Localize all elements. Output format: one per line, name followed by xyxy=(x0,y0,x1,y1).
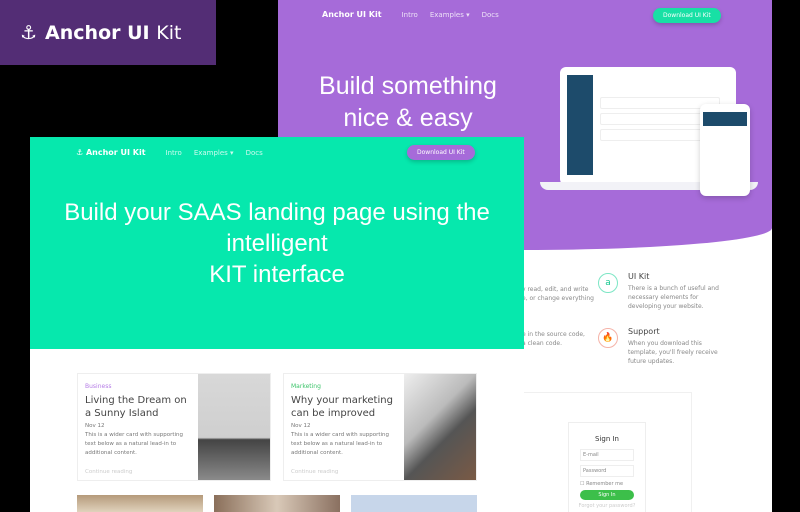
card-image xyxy=(214,495,340,512)
blog-card[interactable]: Business Living the Dream on a Sunny Isl… xyxy=(77,373,271,481)
signin-button[interactable]: Sign In xyxy=(580,490,634,500)
signin-title: Sign In xyxy=(595,435,619,443)
card-image xyxy=(198,374,270,480)
card-date: Nov 12 xyxy=(291,423,311,429)
green-landing-preview: ⚓ Anchor UI Kit Intro Examples ▾ Docs Do… xyxy=(30,137,524,512)
nav-examples[interactable]: Examples ▾ xyxy=(430,11,470,19)
nav-intro[interactable]: Intro xyxy=(166,149,182,157)
continue-reading-link[interactable]: Continue reading xyxy=(85,468,191,477)
nav-logo[interactable]: Anchor UI Kit xyxy=(322,10,382,19)
email-field[interactable]: E-mail xyxy=(580,449,634,461)
nav-intro[interactable]: Intro xyxy=(402,11,418,19)
nav-examples[interactable]: Examples ▾ xyxy=(194,149,234,157)
ui-kit-icon: a xyxy=(598,273,618,293)
download-button[interactable]: Download UI Kit xyxy=(407,145,475,160)
brand-banner: ⚓ Anchor UI Kit xyxy=(0,0,216,65)
signin-card: Sign In E-mail Password ☐ Remember me Si… xyxy=(568,422,646,512)
fire-icon: 🔥 xyxy=(598,328,618,348)
card-image xyxy=(77,495,203,512)
card-category: Marketing xyxy=(291,383,321,390)
continue-reading-link[interactable]: Continue reading xyxy=(291,468,397,477)
card-title: Why your marketing can be improved xyxy=(291,395,393,419)
card-text: This is a wider card with supporting tex… xyxy=(291,432,389,456)
card-category: Business xyxy=(85,383,112,390)
green-nav: ⚓ Anchor UI Kit Intro Examples ▾ Docs xyxy=(76,148,263,157)
anchor-icon: ⚓ xyxy=(20,21,38,44)
brand-name: Anchor UI Kit xyxy=(45,21,182,44)
card-image xyxy=(404,374,476,480)
partial-feature-text: y read, edit, and write e, or change ever… xyxy=(522,286,594,302)
phone-mockup xyxy=(700,104,750,196)
card-text: This is a wider card with supporting tex… xyxy=(85,432,183,456)
nav-logo[interactable]: ⚓ Anchor UI Kit xyxy=(76,148,146,157)
download-button[interactable]: Download UI Kit xyxy=(653,8,721,23)
blog-card[interactable]: Marketing Why your marketing can be impr… xyxy=(283,373,477,481)
nav-docs[interactable]: Docs xyxy=(246,149,263,157)
feature-support: Support When you download this template, … xyxy=(628,327,718,365)
purple-nav: Anchor UI Kit Intro Examples ▾ Docs xyxy=(322,10,499,19)
forgot-link[interactable]: Forgot your password? xyxy=(569,503,645,509)
nav-docs[interactable]: Docs xyxy=(482,11,499,19)
remember-checkbox[interactable]: ☐ Remember me xyxy=(580,481,634,487)
card-title: Living the Dream on a Sunny Island xyxy=(85,395,187,419)
card-date: Nov 12 xyxy=(85,423,105,429)
password-field[interactable]: Password xyxy=(580,465,634,477)
partial-feature-text-2: e in the source code, a clean code. xyxy=(522,331,585,347)
hero-title: Build something nice & easy xyxy=(319,72,497,132)
hero-title: Build your SAAS landing page using the i… xyxy=(64,199,490,288)
card-image xyxy=(351,495,477,512)
feature-ui-kit: UI Kit There is a bunch of useful and nec… xyxy=(628,272,719,310)
